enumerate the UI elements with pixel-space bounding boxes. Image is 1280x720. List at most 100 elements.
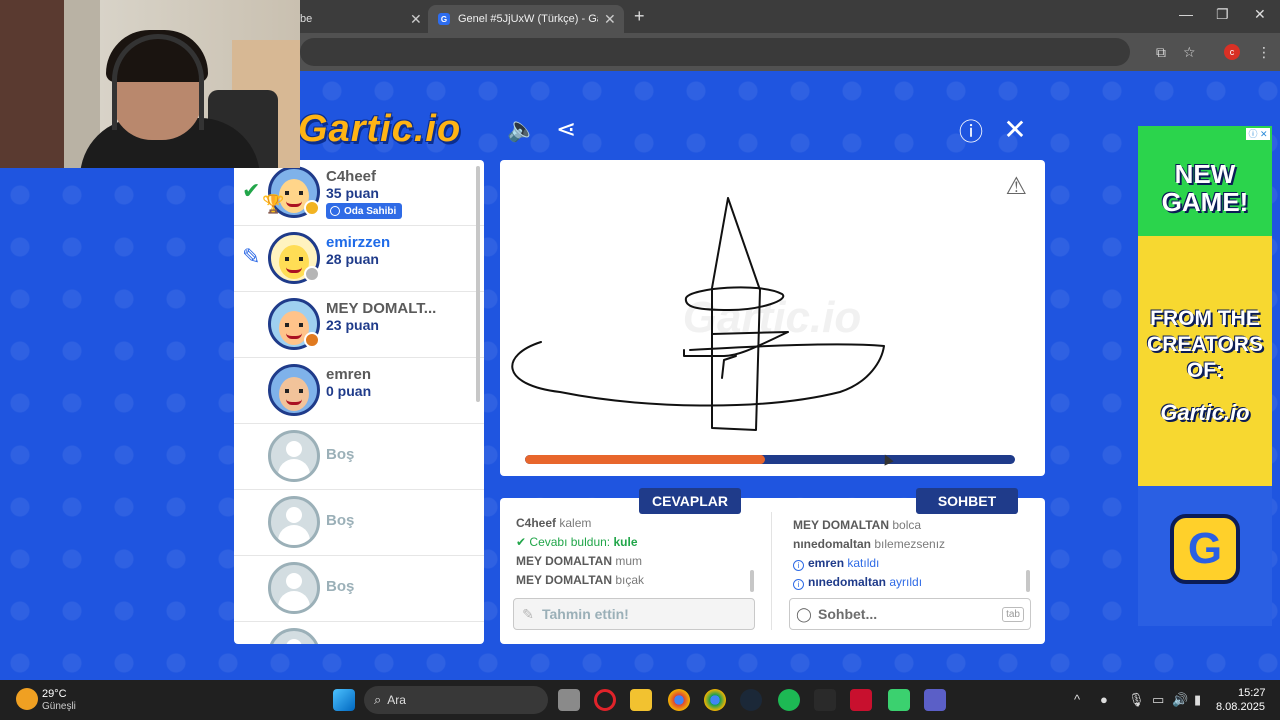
player-row: MEY DOMALT... 23 puan: [234, 292, 484, 358]
close-icon[interactable]: ✕: [410, 11, 422, 28]
task-view-icon[interactable]: [558, 689, 580, 711]
tray-app-icon[interactable]: ●: [1100, 692, 1108, 707]
answer-message: MEY DOMALTAN mum: [516, 554, 643, 568]
sound-icon[interactable]: 🔈: [507, 114, 537, 144]
player-name: emirzzen: [326, 234, 391, 251]
trophy-icon: 🏆: [262, 194, 285, 214]
menu-kebab-icon[interactable]: ⋮: [1257, 44, 1271, 61]
ad-tagline: FROM THE CREATORS OF:: [1147, 307, 1263, 382]
round-timer-fill: [525, 455, 766, 464]
empty-avatar-icon: [268, 496, 320, 548]
level-badge: [304, 200, 320, 216]
answers-scrollbar[interactable]: [750, 570, 754, 592]
network-icon[interactable]: ▭: [1152, 692, 1164, 708]
ad-headline: NEW GAME!: [1161, 159, 1249, 217]
volume-icon[interactable]: 🔊: [1172, 692, 1188, 708]
info-icon: i: [793, 560, 804, 571]
new-tab-icon[interactable]: +: [634, 6, 645, 27]
empty-slot: [234, 622, 484, 644]
profile-avatar[interactable]: c: [1224, 44, 1240, 60]
weather-sun-icon[interactable]: [16, 688, 38, 710]
battery-icon[interactable]: ▮: [1194, 692, 1201, 708]
weather-temperature: 29°C: [42, 688, 67, 700]
drawing-board[interactable]: Gartic.io ⚠: [500, 160, 1045, 476]
avatar: [268, 364, 320, 416]
tab-label: Genel #5JjUxW (Türkçe) - Gartic: [458, 13, 598, 25]
gartic-logo: Gartic.io: [298, 108, 462, 150]
chat-input[interactable]: ◯ Sohbet... tab: [789, 598, 1031, 630]
chrome-icon[interactable]: [668, 689, 690, 711]
teams-icon[interactable]: [924, 689, 946, 711]
players-scrollbar[interactable]: [476, 166, 480, 402]
chrome-profile-icon[interactable]: [704, 689, 726, 711]
browser-tab-inactive[interactable]: be ✕: [300, 5, 424, 33]
ad-choices-icon[interactable]: ⓘ ✕: [1246, 128, 1270, 140]
empty-avatar-icon: [268, 430, 320, 482]
browser-tab-active[interactable]: G Genel #5JjUxW (Türkçe) - Gartic ✕: [428, 5, 624, 33]
start-windows-icon[interactable]: [333, 689, 355, 711]
minimize-icon[interactable]: —: [1179, 6, 1193, 22]
check-icon: ✔: [242, 178, 261, 203]
answers-chat-panel: C4heef kalem ✔ Cevabı buldun: kule MEY D…: [500, 498, 1045, 644]
player-name: Boş: [326, 446, 355, 463]
report-warning-icon[interactable]: ⚠: [1005, 172, 1027, 201]
clock-date[interactable]: 8.08.2025: [1216, 701, 1265, 713]
correct-answer-message: ✔ Cevabı buldun: kule: [516, 535, 638, 549]
room-owner-badge: Oda Sahibi: [326, 203, 403, 219]
search-icon: ⌕: [374, 692, 382, 707]
player-name: Boş: [326, 578, 355, 595]
chat-message: nınedomaltan bılemezsenız: [793, 537, 946, 551]
tab-answers[interactable]: CEVAPLAR: [639, 488, 741, 514]
round-timer-bar: [525, 455, 1015, 464]
drawing-canvas[interactable]: Gartic.io: [500, 160, 1045, 476]
info-icon: i: [793, 579, 804, 590]
empty-slot: Boş: [234, 490, 484, 556]
exit-icon[interactable]: ✕: [1000, 114, 1030, 145]
url-field[interactable]: [300, 38, 1130, 66]
tray-overflow-icon[interactable]: ^: [1074, 692, 1080, 707]
system-message: i emren katıldı: [793, 556, 1043, 575]
player-name: C4heef: [326, 168, 377, 185]
maximize-icon[interactable]: ❐: [1216, 6, 1229, 23]
steam-icon[interactable]: [740, 689, 762, 711]
microphone-icon[interactable]: 🎙: [1128, 692, 1145, 708]
bookmark-star-icon[interactable]: ☆: [1183, 44, 1196, 61]
pencil-icon: ✎: [242, 244, 261, 269]
green-app-icon[interactable]: [888, 689, 910, 711]
epic-games-icon[interactable]: [814, 689, 836, 711]
red-app-icon[interactable]: [850, 689, 872, 711]
share-icon[interactable]: ⋖: [551, 114, 581, 144]
opera-icon[interactable]: [594, 689, 616, 711]
player-points: 35 puan: [326, 185, 379, 201]
tab-chat[interactable]: SOHBET: [916, 488, 1018, 514]
player-name: emren: [326, 366, 372, 383]
answers-list: C4heef kalem ✔ Cevabı buldun: kule MEY D…: [516, 516, 766, 592]
chat-bubble-icon: ◯: [796, 605, 812, 622]
player-name: MEY DOMALT...: [326, 300, 437, 317]
advertisement-banner[interactable]: NEW GAME! FROM THE CREATORS OF: Gartic.i…: [1138, 126, 1272, 626]
webcam-overlay: [0, 0, 300, 168]
empty-avatar-icon: [268, 628, 320, 644]
info-icon[interactable]: ⓘ: [956, 114, 986, 146]
player-row: ✎ emirzzen 28 puan: [234, 226, 484, 292]
system-message: i nınedomaltan ayrıldı: [793, 575, 1043, 594]
check-icon: ✔: [516, 535, 527, 549]
weather-description: Güneşli: [42, 701, 76, 712]
chat-scrollbar[interactable]: [1026, 570, 1030, 592]
close-icon[interactable]: ✕: [604, 11, 616, 28]
taskbar-search[interactable]: ⌕ Ara: [364, 686, 548, 714]
player-row: ✔ 🏆 C4heef 35 puan Oda Sahibi: [234, 160, 484, 226]
spotify-icon[interactable]: [778, 689, 800, 711]
clock-time[interactable]: 15:27: [1238, 687, 1266, 699]
install-app-icon[interactable]: ⧉: [1156, 44, 1166, 61]
watermark-logo: Gartic.io: [683, 293, 862, 342]
players-panel: ✔ 🏆 C4heef 35 puan Oda Sahibi ✎ emirzzen…: [234, 160, 484, 644]
divider: [771, 512, 772, 630]
empty-avatar-icon: [268, 562, 320, 614]
answer-input[interactable]: ✎ Tahmin ettin!: [513, 598, 755, 630]
empty-slot: Boş: [234, 424, 484, 490]
player-row: emren 0 puan: [234, 358, 484, 424]
close-window-icon[interactable]: ✕: [1254, 6, 1266, 23]
file-explorer-icon[interactable]: [630, 689, 652, 711]
ad-app-icon: G: [1170, 514, 1240, 584]
